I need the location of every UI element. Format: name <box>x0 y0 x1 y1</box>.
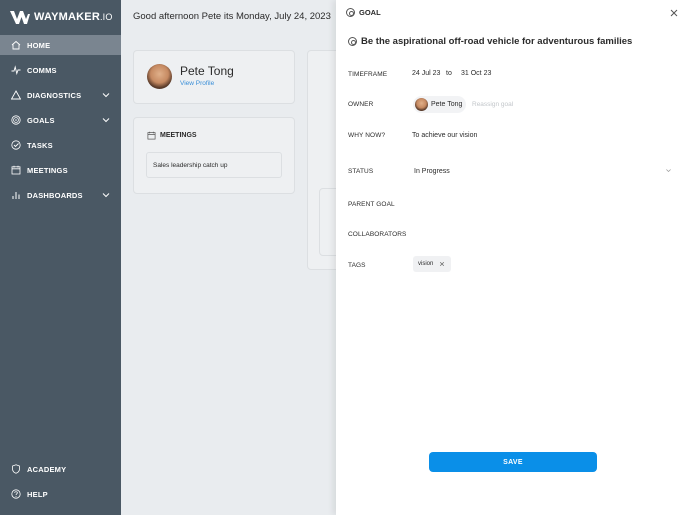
sidebar-item-academy[interactable]: ACADEMY <box>0 459 121 479</box>
sidebar-item-label: HOME <box>27 40 51 50</box>
tags-label: TAGS <box>348 262 366 269</box>
status-label: STATUS <box>348 168 374 175</box>
home-icon <box>10 39 22 51</box>
timeframe-start-date[interactable]: 24 Jul 23 <box>412 70 440 77</box>
owner-label: OWNER <box>348 101 374 108</box>
chevron-down-icon <box>102 93 110 98</box>
sidebar-item-tasks[interactable]: TASKS <box>0 135 121 155</box>
status-value: In Progress <box>414 167 450 175</box>
panel-header-label: GOAL <box>359 8 381 17</box>
brand-name: WAYMAKER.IO <box>34 11 113 23</box>
target-icon <box>10 114 22 126</box>
why-now-label: WHY NOW? <box>348 132 386 139</box>
sidebar-item-comms[interactable]: COMMS <box>0 60 121 80</box>
goal-title-text: Be the aspirational off-road vehicle for… <box>361 36 633 47</box>
chevron-down-icon <box>666 169 671 173</box>
sidebar-item-label: DASHBOARDS <box>27 190 83 200</box>
sidebar-item-label: GOALS <box>27 115 55 125</box>
chevron-down-icon <box>102 193 110 198</box>
meeting-list-item[interactable]: Sales leadership catch up <box>146 152 282 178</box>
sidebar-item-meetings[interactable]: MEETINGS <box>0 160 121 180</box>
target-icon <box>348 37 357 46</box>
avatar <box>415 98 428 111</box>
parent-goal-label: PARENT GOAL <box>348 201 395 208</box>
sidebar-item-label: ACADEMY <box>27 464 67 474</box>
calendar-icon <box>10 164 22 176</box>
sidebar-item-home[interactable]: HOME <box>0 35 121 55</box>
sidebar-item-label: HELP <box>27 489 48 499</box>
status-select[interactable]: In Progress <box>412 163 676 179</box>
reassign-goal-link[interactable]: Reassign goal <box>472 101 513 108</box>
sidebar-item-label: DIAGNOSTICS <box>27 90 82 100</box>
sidebar-item-diagnostics[interactable]: DIAGNOSTICS <box>0 85 121 105</box>
timeframe-end-date[interactable]: 31 Oct 23 <box>461 70 491 77</box>
calendar-icon <box>147 131 156 140</box>
sidebar-item-help[interactable]: HELP <box>0 484 121 504</box>
sidebar-item-label: TASKS <box>27 140 53 150</box>
sidebar-item-goals[interactable]: GOALS <box>0 110 121 130</box>
owner-name: Pete Tong <box>431 101 463 108</box>
bar-chart-icon <box>10 189 22 201</box>
profile-card: Pete Tong View Profile <box>133 50 295 104</box>
sidebar: WAYMAKER.IO HOME COMMS DIAGNOSTICS GOALS… <box>0 0 121 515</box>
goal-panel: GOAL Be the aspirational off-road vehicl… <box>336 0 688 515</box>
waymaker-logo-icon <box>10 10 30 24</box>
goal-title[interactable]: Be the aspirational off-road vehicle for… <box>348 36 632 47</box>
widget-card-peek <box>319 188 336 256</box>
help-icon <box>10 488 22 500</box>
timeframe-label: TIMEFRAME <box>348 71 388 78</box>
main-content: Good afternoon Pete its Monday, July 24,… <box>121 0 336 515</box>
owner-chip[interactable]: Pete Tong <box>413 96 467 113</box>
pulse-icon <box>10 64 22 76</box>
panel-header: GOAL <box>346 8 381 17</box>
sidebar-item-dashboards[interactable]: DASHBOARDS <box>0 185 121 205</box>
sidebar-item-label: MEETINGS <box>27 165 68 175</box>
brand[interactable]: WAYMAKER.IO <box>0 0 121 34</box>
meetings-card-title: MEETINGS <box>147 131 197 140</box>
timeframe-to-label: to <box>446 70 452 77</box>
meetings-card: MEETINGS Sales leadership catch up <box>133 117 295 194</box>
tag-label: vision <box>418 261 434 267</box>
shield-icon <box>10 463 22 475</box>
why-now-field[interactable]: To achieve our vision <box>412 132 477 139</box>
target-icon <box>346 8 355 17</box>
triangle-icon <box>10 89 22 101</box>
close-icon[interactable] <box>669 8 679 18</box>
sidebar-item-label: COMMS <box>27 65 57 75</box>
greeting-text: Good afternoon Pete its Monday, July 24,… <box>133 11 331 22</box>
view-profile-link[interactable]: View Profile <box>180 80 214 87</box>
check-circle-icon <box>10 139 22 151</box>
tag-chip[interactable]: vision <box>413 256 452 272</box>
profile-name: Pete Tong <box>180 64 234 78</box>
remove-tag-icon[interactable] <box>439 261 445 267</box>
collaborators-label: COLLABORATORS <box>348 231 407 238</box>
meetings-title-label: MEETINGS <box>160 132 197 139</box>
avatar <box>147 64 172 89</box>
save-button[interactable]: SAVE <box>429 452 597 472</box>
chevron-down-icon <box>102 118 110 123</box>
